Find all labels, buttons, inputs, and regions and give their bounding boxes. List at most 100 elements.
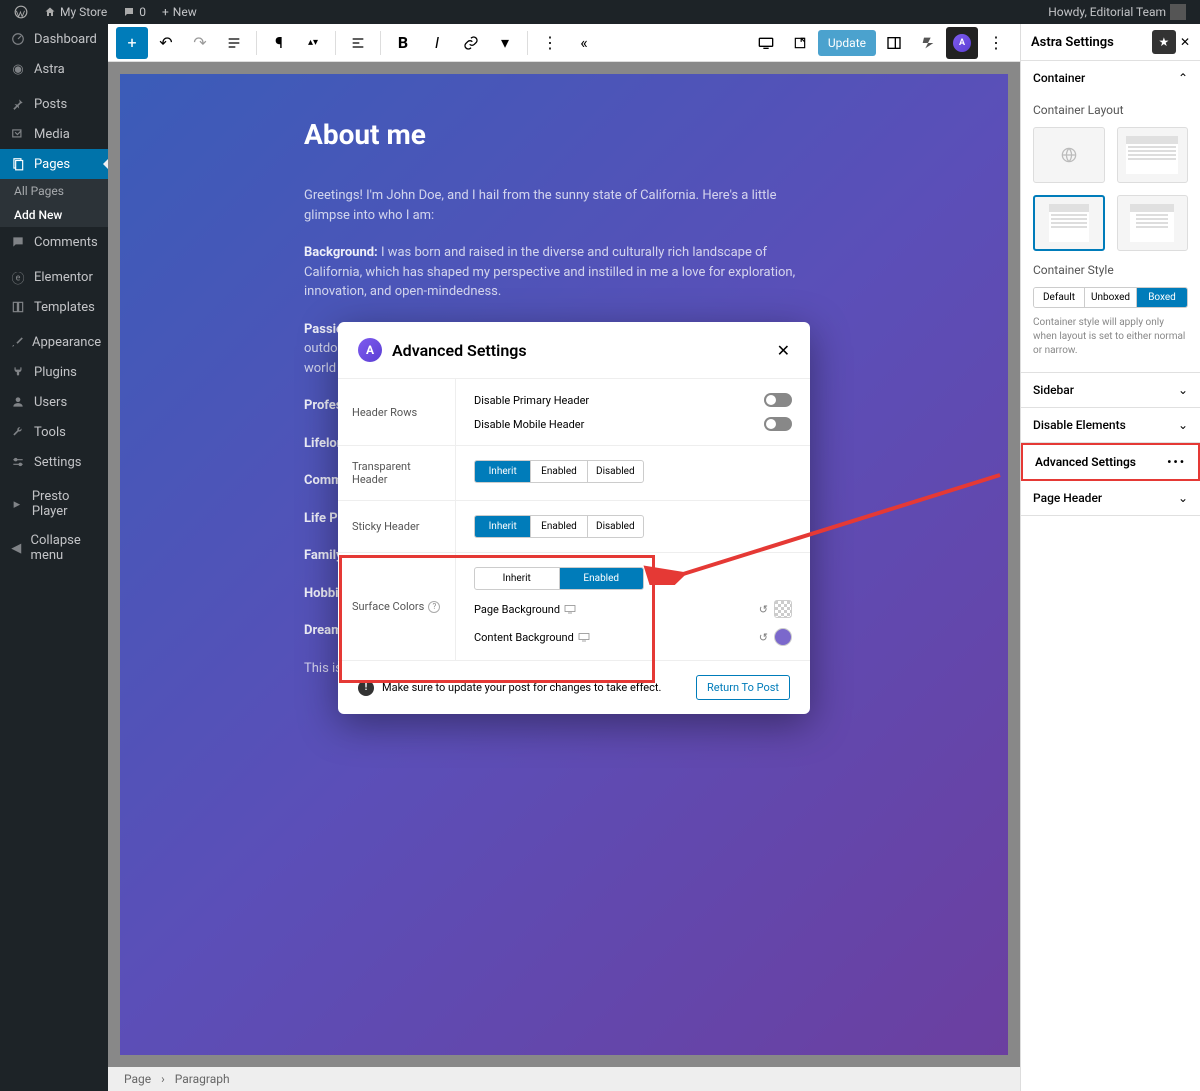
layout-default-option[interactable] (1033, 127, 1105, 183)
more-formatting-button[interactable]: ▾ (489, 27, 521, 59)
th-disabled-button[interactable]: Disabled (587, 461, 643, 482)
menu-dashboard[interactable]: Dashboard (0, 24, 108, 54)
breadcrumb-item[interactable]: Paragraph (175, 1072, 230, 1086)
close-sidebar-button[interactable]: ✕ (1180, 35, 1190, 49)
move-tool-button[interactable]: ▴▾ (297, 27, 329, 59)
sc-inherit-button[interactable]: Inherit (475, 568, 559, 589)
align-tool-button[interactable] (342, 27, 374, 59)
content-bg-color-picker[interactable] (774, 628, 792, 646)
header-rows-label: Header Rows (338, 379, 455, 445)
dashboard-icon (10, 31, 26, 47)
submenu-all-pages[interactable]: All Pages (0, 179, 108, 203)
sidebar-section-toggle[interactable]: Sidebar⌄ (1021, 373, 1200, 407)
menu-pages[interactable]: Pages (0, 149, 108, 179)
sc-enabled-button[interactable]: Enabled (559, 568, 644, 589)
return-to-post-button[interactable]: Return To Post (696, 675, 790, 700)
sidebar-toggle-button[interactable] (878, 27, 910, 59)
container-style-label: Container Style (1033, 263, 1188, 277)
layout-full-option[interactable] (1117, 127, 1189, 183)
menu-plugins[interactable]: Plugins (0, 357, 108, 387)
disable-elements-toggle[interactable]: Disable Elements⌄ (1021, 408, 1200, 442)
advanced-settings-toggle[interactable]: Advanced Settings••• (1023, 445, 1198, 479)
menu-settings[interactable]: Settings (0, 447, 108, 477)
sh-disabled-button[interactable]: Disabled (587, 516, 643, 537)
desktop-icon (564, 604, 576, 614)
th-enabled-button[interactable]: Enabled (530, 461, 586, 482)
disable-primary-toggle[interactable] (764, 393, 792, 407)
astra-logo-icon: A (358, 338, 382, 362)
menu-collapse[interactable]: ◀Collapse menu (0, 526, 108, 570)
options-button[interactable]: ⋮ (534, 27, 566, 59)
link-button[interactable] (455, 27, 487, 59)
layout-narrow-option[interactable] (1117, 195, 1189, 251)
page-bg-label: Page Background (474, 603, 560, 616)
paragraph[interactable]: Background: I was born and raised in the… (304, 243, 824, 302)
undo-button[interactable]: ↶ (150, 27, 182, 59)
paragraph[interactable]: Greetings! I'm John Doe, and I hail from… (304, 186, 824, 225)
site-name: My Store (60, 5, 107, 19)
menu-comments[interactable]: Comments (0, 227, 108, 257)
style-unboxed-button[interactable]: Unboxed (1084, 288, 1136, 307)
collapse-toolbar-button[interactable]: « (568, 27, 600, 59)
sh-inherit-button[interactable]: Inherit (475, 516, 530, 537)
th-inherit-button[interactable]: Inherit (475, 461, 530, 482)
close-modal-button[interactable]: ✕ (777, 341, 790, 360)
page-title[interactable]: About me (304, 114, 824, 156)
menu-users[interactable]: Users (0, 387, 108, 417)
footer-message: Make sure to update your post for change… (382, 681, 688, 694)
wp-logo[interactable] (8, 5, 34, 19)
sh-enabled-button[interactable]: Enabled (530, 516, 586, 537)
bold-button[interactable]: B (387, 27, 419, 59)
list-view-button[interactable] (218, 27, 250, 59)
menu-astra[interactable]: ◉Astra (0, 54, 108, 84)
more-options-button[interactable]: ⋮ (980, 27, 1012, 59)
comments-link[interactable]: 0 (117, 5, 152, 19)
style-boxed-button[interactable]: Boxed (1136, 288, 1187, 307)
layout-normal-option[interactable] (1033, 195, 1105, 251)
italic-button[interactable]: I (421, 27, 453, 59)
spectra-button[interactable] (912, 27, 944, 59)
add-block-button[interactable]: + (116, 27, 148, 59)
howdy-link[interactable]: Howdy, Editorial Team (1042, 4, 1192, 20)
paragraph-tool-button[interactable]: ¶ (263, 27, 295, 59)
site-name-link[interactable]: My Store (38, 5, 113, 19)
submenu-add-new[interactable]: Add New (0, 203, 108, 227)
content-bg-label: Content Background (474, 631, 574, 644)
menu-templates[interactable]: Templates (0, 292, 108, 322)
update-button[interactable]: Update (818, 30, 876, 56)
style-default-button[interactable]: Default (1034, 288, 1084, 307)
help-icon[interactable]: ? (428, 601, 440, 613)
menu-label: Appearance (32, 335, 101, 350)
redo-button[interactable]: ↷ (184, 27, 216, 59)
howdy-text: Howdy, Editorial Team (1048, 5, 1166, 19)
new-link[interactable]: +New (156, 5, 203, 19)
reset-page-bg-button[interactable]: ↺ (759, 603, 768, 616)
plug-icon (10, 364, 26, 380)
preview-button[interactable] (784, 27, 816, 59)
sticky-header-label: Sticky Header (338, 501, 455, 552)
menu-media[interactable]: Media (0, 119, 108, 149)
chevron-down-icon: ⌄ (1178, 491, 1188, 505)
menu-label: Collapse menu (31, 533, 98, 563)
transparent-header-label: Transparent Header (338, 446, 455, 500)
admin-sidebar: Dashboard ◉Astra Posts Media Pages All P… (0, 24, 108, 1091)
breadcrumb-item[interactable]: Page (124, 1072, 151, 1086)
pin-icon (10, 96, 26, 112)
container-layout-label: Container Layout (1033, 103, 1188, 117)
menu-tools[interactable]: Tools (0, 417, 108, 447)
container-section-toggle[interactable]: Container⌃ (1021, 61, 1200, 95)
device-preview-button[interactable] (750, 27, 782, 59)
menu-label: Plugins (34, 365, 77, 380)
page-header-toggle[interactable]: Page Header⌄ (1021, 481, 1200, 515)
disable-mobile-toggle[interactable] (764, 417, 792, 431)
admin-bar: My Store 0 +New Howdy, Editorial Team (0, 0, 1200, 24)
menu-posts[interactable]: Posts (0, 89, 108, 119)
menu-elementor[interactable]: ⓔElementor (0, 262, 108, 292)
astra-button[interactable]: A (946, 27, 978, 59)
menu-appearance[interactable]: Appearance (0, 327, 108, 357)
modal-title: Advanced Settings (392, 341, 767, 360)
reset-content-bg-button[interactable]: ↺ (759, 631, 768, 644)
page-bg-color-picker[interactable] (774, 600, 792, 618)
favorite-button[interactable]: ★ (1152, 30, 1176, 54)
menu-presto[interactable]: ▸Presto Player (0, 482, 108, 526)
